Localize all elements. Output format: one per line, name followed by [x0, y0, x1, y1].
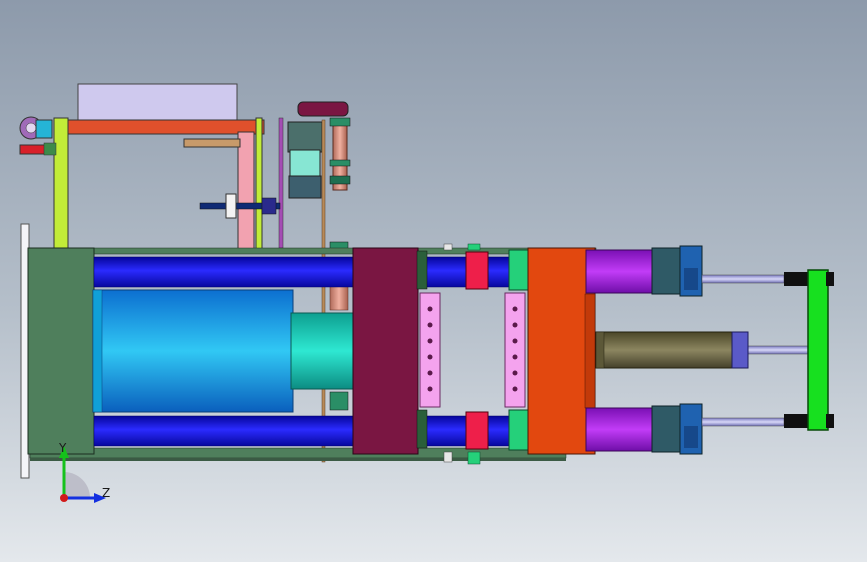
cylinder-nut-lower[interactable] [651, 403, 703, 455]
ejector-hole [512, 370, 518, 376]
z-axis-label: Z [102, 486, 111, 500]
hydraulic-cylinder-upper[interactable] [585, 249, 655, 294]
ejector-hole [512, 338, 518, 344]
ejector-hole [427, 322, 433, 328]
caster-wheel[interactable] [19, 116, 57, 156]
piston-rod-center[interactable] [747, 345, 809, 355]
frame-pink-post[interactable] [237, 131, 255, 251]
ejector-hole [512, 306, 518, 312]
vertical-shaft[interactable] [321, 119, 326, 463]
cad-3d-viewport[interactable]: Y Z [0, 0, 867, 562]
ejector-hole [427, 338, 433, 344]
nozzle-barrel[interactable] [595, 331, 733, 369]
ejector-hole [427, 354, 433, 360]
drive-rod[interactable] [183, 138, 241, 148]
nozzle-tip[interactable] [731, 331, 749, 369]
ejector-hole [512, 322, 518, 328]
tie-bar-lower[interactable] [93, 415, 531, 447]
frame-thin-strip[interactable] [278, 117, 284, 249]
piston-rod-lower[interactable] [701, 417, 785, 427]
cylinder-cap[interactable] [290, 312, 356, 390]
ejector-hole [427, 370, 433, 376]
spacer-red-lower[interactable] [465, 411, 489, 450]
frame-right-post[interactable] [255, 117, 263, 251]
end-plate[interactable] [807, 269, 829, 431]
ejector-hole [512, 354, 518, 360]
hydraulic-cylinder-lower[interactable] [585, 407, 655, 452]
tie-bar-upper[interactable] [93, 256, 531, 288]
ejector-holes [427, 306, 518, 392]
cylinder-nut-upper[interactable] [651, 245, 703, 297]
ejector-hole [427, 306, 433, 312]
ejector-hole [512, 386, 518, 392]
motor-mount-plate[interactable] [297, 101, 349, 117]
frame-top-bar[interactable] [57, 119, 265, 135]
rear-plate[interactable] [27, 247, 95, 455]
hood-box[interactable] [77, 83, 238, 121]
origin-point [60, 494, 68, 502]
spacer-green-upper[interactable] [508, 249, 530, 291]
motor-body[interactable] [289, 149, 321, 179]
ejector-hole [427, 386, 433, 392]
injection-molding-machine-model[interactable] [0, 0, 867, 562]
shaft-collar[interactable] [225, 193, 237, 219]
shaft-flange[interactable] [261, 197, 277, 215]
y-axis-label: Y [59, 441, 67, 455]
clamp-cylinder[interactable] [92, 289, 294, 413]
spacer-green-lower[interactable] [508, 409, 530, 451]
upper-frame-assembly[interactable] [19, 83, 284, 251]
piston-rod-upper[interactable] [701, 274, 785, 284]
frame-left-post[interactable] [53, 117, 69, 249]
moving-platen[interactable] [352, 247, 419, 455]
spacer-red-upper[interactable] [465, 251, 489, 290]
